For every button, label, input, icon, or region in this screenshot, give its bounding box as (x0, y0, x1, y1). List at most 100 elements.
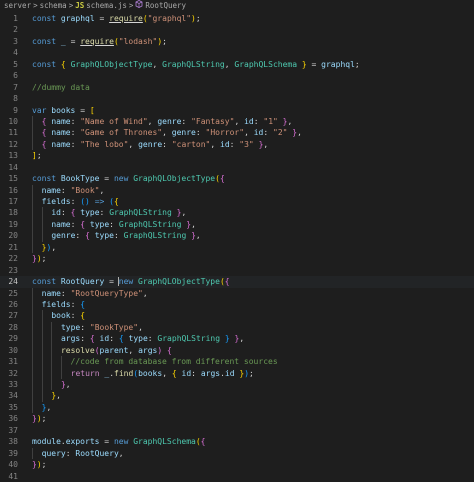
code-text: query: RootQuery, (41, 448, 124, 458)
code-text: //dummy data (32, 82, 90, 92)
line-number: 38 (8, 437, 18, 447)
code-line[interactable]: 30 resolve(parent, args) { (0, 344, 474, 357)
code-line[interactable]: 37 (0, 425, 474, 436)
code-line[interactable]: 17 fields: () => ({ (0, 196, 474, 208)
line-number: 14 (8, 162, 18, 172)
indent-guide (41, 356, 43, 368)
code-line[interactable]: 35 }, (0, 401, 474, 414)
indent-guide (60, 356, 62, 368)
line-number: 2 (13, 25, 18, 35)
breadcrumb: server > schema > JS schema.js > RootQue… (0, 0, 474, 12)
line-number: 6 (13, 71, 18, 81)
code-text: const _ = require("lodash"); (32, 36, 167, 46)
code-line[interactable]: 19 name: { type: GraphQLString }, (0, 218, 474, 231)
code-line[interactable]: 6 (0, 70, 474, 81)
code-text: }); (32, 254, 47, 264)
code-line[interactable]: 20 genre: { type: GraphQLString }, (0, 230, 474, 242)
indent-guide (32, 298, 33, 311)
breadcrumb-server[interactable]: server (4, 0, 31, 12)
code-text: type: "BookType", (60, 322, 143, 332)
code-text: name: { type: GraphQLString }, (51, 219, 196, 229)
line-number: 26 (8, 299, 18, 309)
code-line[interactable]: 36}); (0, 413, 474, 424)
code-line[interactable]: 8 (0, 93, 474, 104)
indent-guide (41, 333, 43, 345)
line-number: 8 (13, 94, 18, 104)
code-text: fields: { (41, 299, 86, 309)
indent-guide (51, 344, 53, 357)
code-editor[interactable]: 1 const graphql = require("graphql"); 2 3 co… (0, 12, 474, 482)
code-text: //code from database from different sour… (70, 357, 278, 367)
code-line[interactable]: 4 (0, 47, 474, 58)
indent-guide (32, 367, 33, 379)
chevron-right-icon: > (128, 1, 134, 10)
code-line[interactable]: 31 //code from database from different s… (0, 356, 474, 368)
breadcrumb-schema-folder[interactable]: schema (40, 0, 67, 12)
line-number: 11 (8, 128, 18, 138)
line-number: 28 (8, 322, 18, 332)
code-text: fields: () => ({ (41, 197, 119, 206)
line-number: 24 (8, 277, 18, 287)
code-line[interactable]: 13]; (0, 150, 474, 161)
indent-guide (32, 196, 33, 208)
code-line[interactable]: 29 args: { id: { type: GraphQLString } }… (0, 333, 474, 345)
code-line[interactable]: 9 var books = [ (0, 105, 474, 116)
code-line[interactable]: 10 { name: "Name of Wind", genre: "Fanta… (0, 115, 474, 128)
code-text: module.exports = new GraphQLSchema({ (32, 437, 206, 447)
code-line[interactable]: 1 const graphql = require("graphql"); (0, 13, 474, 24)
code-line[interactable]: 32 return _.find(books, { id: args.id })… (0, 367, 474, 379)
chevron-right-icon: > (33, 1, 38, 10)
code-text: { name: "Game of Thrones", genre: "Horro… (41, 128, 302, 138)
code-line[interactable]: 15 const BookType = new GraphQLObjectType… (0, 173, 474, 184)
line-number: 32 (8, 368, 18, 378)
code-text: }); (32, 460, 47, 470)
line-number: 4 (13, 48, 18, 58)
code-line[interactable]: 11 { name: "Game of Thrones", genre: "Ho… (0, 127, 474, 139)
code-text: name: "RootQueryType", (41, 288, 148, 298)
line-number: 5 (13, 59, 18, 69)
code-text: }, (60, 380, 71, 389)
code-line[interactable]: 39 query: RootQuery, (0, 447, 474, 460)
line-number: 34 (8, 391, 18, 401)
code-text: const RootQuery = new GraphQLObjectType(… (32, 277, 230, 287)
line-number: 19 (8, 219, 18, 229)
code-line[interactable]: 5 const { GraphQLObjectType, GraphQLStrin… (0, 59, 474, 70)
code-line[interactable]: 33 }, (0, 379, 474, 391)
line-number: 30 (8, 345, 18, 355)
code-line[interactable]: 21 }), (0, 241, 474, 254)
code-line[interactable]: 27 book: { (0, 310, 474, 322)
code-line[interactable]: 26 fields: { (0, 298, 474, 311)
line-number: 7 (13, 82, 18, 92)
code-line[interactable]: 14 (0, 162, 474, 173)
code-line[interactable]: 41 (0, 471, 474, 482)
breadcrumb-rootquery[interactable]: RootQuery (145, 0, 186, 12)
code-line[interactable]: 3 const _ = require("lodash"); (0, 36, 474, 47)
indent-guide (41, 218, 43, 231)
code-line[interactable]: 40}); (0, 459, 474, 470)
code-line[interactable]: 34 }, (0, 390, 474, 402)
line-number: 3 (13, 36, 18, 46)
code-line[interactable]: 38 module.exports = new GraphQLSchema({ (0, 436, 474, 447)
code-text: }), (41, 242, 57, 252)
line-number: 36 (8, 414, 18, 424)
indent-guide (32, 310, 33, 322)
code-line[interactable]: 2 (0, 24, 474, 35)
code-line[interactable]: 16 name: "Book", (0, 184, 474, 196)
indent-guide (32, 333, 33, 345)
code-line[interactable]: 12 { name: "The lobo", genre: "carton", … (0, 138, 474, 151)
code-line[interactable]: 22}); (0, 253, 474, 264)
code-line[interactable]: 24 const RootQuery = new GraphQLObjectTyp… (0, 276, 474, 288)
breadcrumb-schema-file[interactable]: schema.js (86, 0, 127, 12)
code-line[interactable]: 7 //dummy data (0, 82, 474, 93)
code-text: }); (32, 414, 47, 424)
code-line[interactable]: 25 name: "RootQueryType", (0, 287, 474, 299)
indent-guide (32, 390, 33, 402)
indent-guide (32, 138, 33, 151)
line-number: 39 (8, 448, 18, 458)
code-line[interactable]: 28 type: "BookType", (0, 321, 474, 334)
indent-guide (60, 367, 62, 379)
code-line[interactable]: 23 (0, 265, 474, 276)
code-text: const { GraphQLObjectType, GraphQLString… (32, 59, 360, 69)
code-line[interactable]: 18 id: { type: GraphQLString }, (0, 207, 474, 219)
